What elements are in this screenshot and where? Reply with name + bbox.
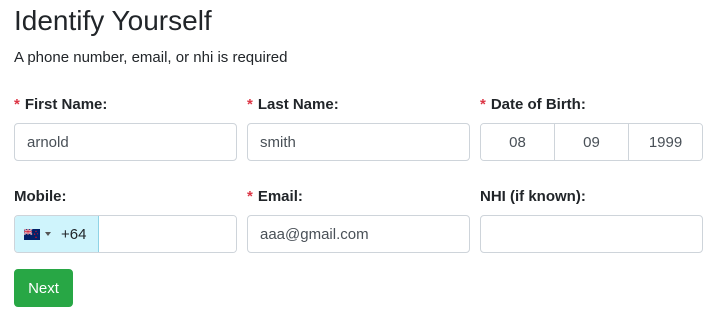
dob-year-input[interactable] xyxy=(629,124,702,160)
first-name-label: * First Name: xyxy=(14,95,107,115)
mobile-label: Mobile: xyxy=(14,188,67,205)
dob-input-group xyxy=(480,123,703,161)
dob-label-text: Date of Birth: xyxy=(490,96,586,113)
page-subtitle: A phone number, email, or nhi is require… xyxy=(14,49,288,66)
identify-form-page: Identify Yourself A phone number, email,… xyxy=(0,0,715,317)
last-name-label: * Last Name: xyxy=(247,95,339,115)
first-name-input[interactable] xyxy=(14,123,237,161)
new-zealand-flag-icon xyxy=(24,228,40,240)
email-label: * Email: xyxy=(247,187,303,207)
mobile-number-input[interactable] xyxy=(99,216,236,252)
email-label-text: Email: xyxy=(257,188,303,205)
required-marker: * xyxy=(247,96,253,113)
required-marker: * xyxy=(480,96,486,113)
required-marker: * xyxy=(14,96,20,113)
last-name-label-text: Last Name: xyxy=(257,96,339,113)
chevron-down-icon xyxy=(45,232,51,236)
first-name-label-text: First Name: xyxy=(24,96,108,113)
dial-code: +64 xyxy=(61,225,87,243)
country-code-select[interactable]: +64 xyxy=(15,216,99,252)
dob-label: * Date of Birth: xyxy=(480,95,586,115)
nhi-input[interactable] xyxy=(480,215,703,253)
nhi-label: NHI (if known): xyxy=(480,188,586,205)
mobile-input-group: +64 xyxy=(14,215,237,253)
dob-month-input[interactable] xyxy=(555,124,629,160)
next-button[interactable]: Next xyxy=(14,269,73,307)
required-marker: * xyxy=(247,188,253,205)
page-title: Identify Yourself xyxy=(14,5,212,36)
last-name-input[interactable] xyxy=(247,123,470,161)
email-input[interactable] xyxy=(247,215,470,253)
dob-day-input[interactable] xyxy=(481,124,555,160)
